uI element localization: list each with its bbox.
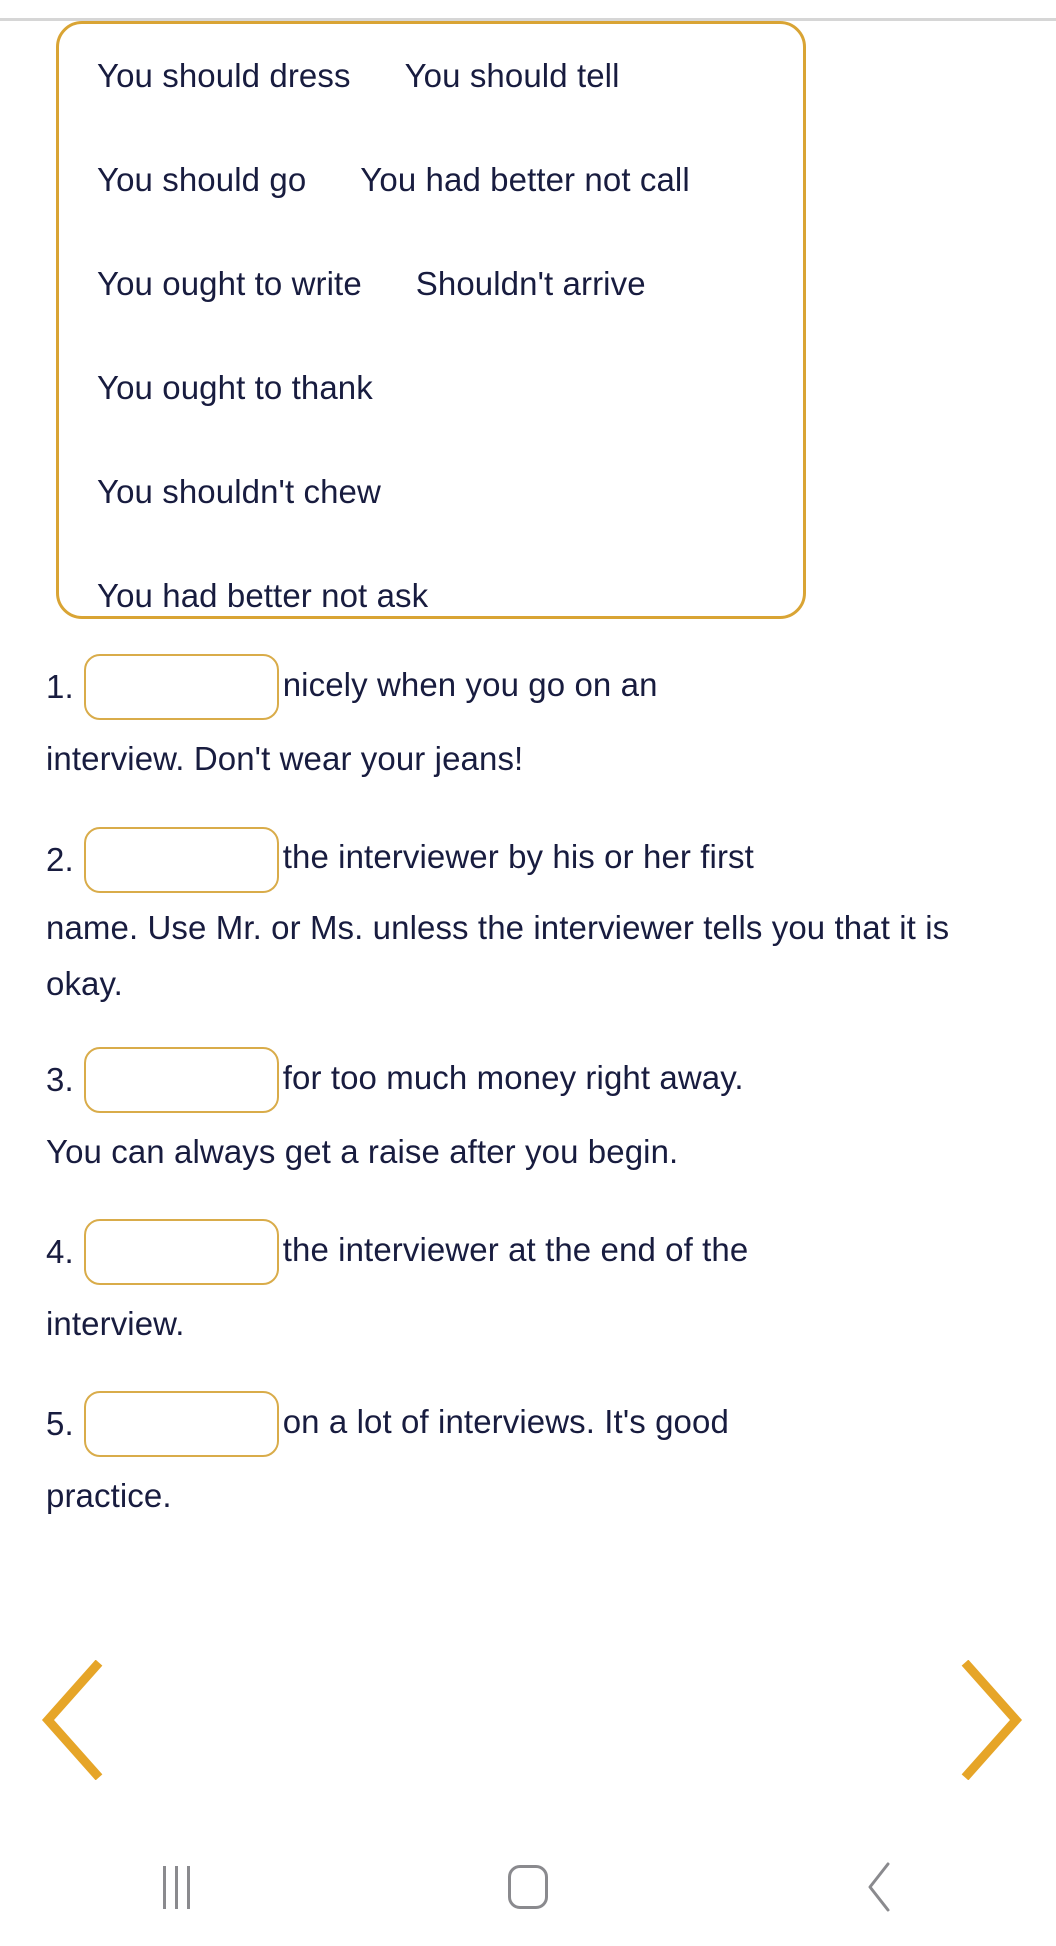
- word-bank-row: You shouldn't chew: [59, 440, 803, 544]
- question-text-after-blank: for too much money right away.: [282, 1058, 744, 1096]
- question-item-3: 3. for too much money right away. You can…: [0, 1038, 1056, 1184]
- word-bank-row: You had better not ask: [59, 544, 803, 616]
- word-bank-item[interactable]: You should go: [97, 161, 306, 199]
- word-bank-item[interactable]: You should tell: [405, 57, 620, 95]
- word-bank-item[interactable]: You had better not ask: [97, 577, 428, 615]
- word-bank-item[interactable]: You shouldn't chew: [97, 473, 381, 511]
- question-text-after-blank: the interviewer at the end of the: [282, 1230, 749, 1268]
- answer-blank-1[interactable]: [83, 654, 279, 721]
- question-item-5: 5. on a lot of interviews. It's good prac…: [0, 1382, 1056, 1528]
- question-tail-text: practice.: [46, 1477, 172, 1515]
- question-first-line: 5. on a lot of interviews. It's good: [46, 1382, 1010, 1464]
- exercise-screen: You should dress You should tell You sho…: [0, 0, 1056, 1946]
- question-tail-text: interview. Don't wear your jeans!: [46, 740, 524, 778]
- word-bank-row: You should go You had better not call: [59, 128, 803, 232]
- question-number: 5.: [46, 1405, 74, 1443]
- word-bank-item[interactable]: You ought to write: [97, 265, 362, 303]
- word-bank-item[interactable]: You should dress: [97, 57, 351, 95]
- word-bank-item[interactable]: You had better not call: [360, 161, 690, 199]
- answer-blank-5[interactable]: [83, 1391, 279, 1458]
- word-bank-row: You ought to thank: [59, 336, 803, 440]
- back-chevron-icon: [868, 1862, 890, 1912]
- question-number: 1.: [46, 668, 74, 706]
- back-button[interactable]: [810, 1847, 950, 1927]
- question-list: 1. nicely when you go on an interview. Do…: [0, 645, 1056, 1554]
- question-item-2: 2. the interviewer by his or her first na…: [0, 817, 1056, 1011]
- question-text-after-blank: the interviewer by his or her first: [282, 838, 754, 876]
- recents-icon: [162, 1865, 190, 1909]
- answer-blank-4[interactable]: [83, 1219, 279, 1286]
- question-text-after-blank: nicely when you go on an: [282, 666, 658, 703]
- question-text-after-blank: on a lot of interviews. It's good: [282, 1403, 729, 1441]
- question-tail-text: name. Use Mr. or Ms. unless the intervie…: [46, 908, 950, 1002]
- question-number: 4.: [46, 1233, 74, 1271]
- question-item-4: 4. the interviewer at the end of the inte…: [0, 1210, 1056, 1356]
- recents-button[interactable]: [106, 1847, 246, 1927]
- word-bank: You should dress You should tell You sho…: [56, 21, 806, 619]
- answer-blank-3[interactable]: [83, 1046, 279, 1113]
- question-first-line: 3. for too much money right away.: [46, 1038, 1010, 1120]
- question-item-1: 1. nicely when you go on an interview. Do…: [0, 645, 1056, 791]
- android-system-navigation-bar: [0, 1828, 1056, 1946]
- word-bank-row: You should dress You should tell: [59, 24, 803, 128]
- question-first-line: 4. the interviewer at the end of the: [46, 1210, 1010, 1292]
- question-first-line: 1. nicely when you go on an: [46, 645, 1010, 727]
- question-tail-text: interview.: [46, 1305, 185, 1343]
- question-number: 2.: [46, 840, 74, 878]
- next-page-chevron-icon[interactable]: [960, 1660, 1026, 1780]
- answer-blank-2[interactable]: [83, 826, 279, 893]
- word-bank-row: You ought to write Shouldn't arrive: [59, 232, 803, 336]
- previous-page-chevron-icon[interactable]: [38, 1660, 104, 1780]
- home-icon: [508, 1865, 548, 1909]
- home-button[interactable]: [458, 1847, 598, 1927]
- word-bank-item[interactable]: You ought to thank: [97, 369, 373, 407]
- question-tail-text: You can always get a raise after you beg…: [46, 1132, 679, 1170]
- question-first-line: 2. the interviewer by his or her first: [46, 817, 1010, 899]
- question-number: 3.: [46, 1060, 74, 1098]
- word-bank-item[interactable]: Shouldn't arrive: [416, 265, 646, 303]
